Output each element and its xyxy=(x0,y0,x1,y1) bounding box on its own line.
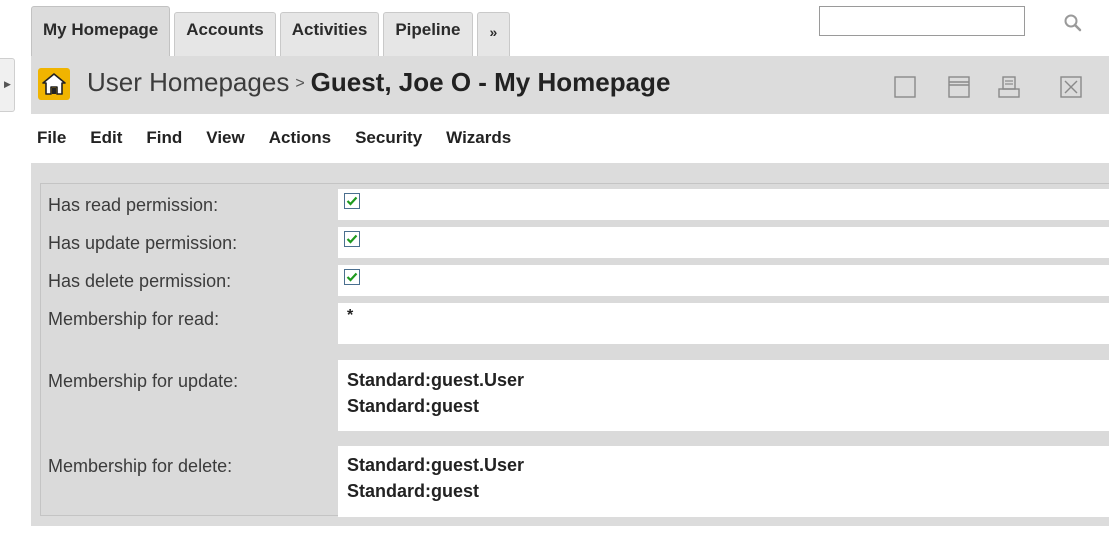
membership-delete-label: Membership for delete: xyxy=(48,456,233,476)
page-title: User Homepages > Guest, Joe O - My Homepag… xyxy=(87,67,670,98)
delete-permission-field xyxy=(338,265,1109,296)
title-bar: User Homepages > Guest, Joe O - My Homepag… xyxy=(31,56,1109,114)
menu-security[interactable]: Security xyxy=(355,128,422,156)
menu-file[interactable]: File xyxy=(37,128,66,156)
breadcrumb-separator: > xyxy=(295,75,305,92)
read-permission-field xyxy=(338,189,1109,220)
tab-my-homepage[interactable]: My Homepage xyxy=(31,6,171,56)
home-icon[interactable] xyxy=(38,68,70,100)
checkmark-icon xyxy=(346,272,358,282)
maximize-window-icon[interactable] xyxy=(947,75,971,99)
expand-arrow-icon: ▶ xyxy=(4,79,11,89)
menu-find[interactable]: Find xyxy=(146,128,182,156)
tab-accounts[interactable]: Accounts xyxy=(174,12,276,56)
close-icon[interactable] xyxy=(1059,75,1083,99)
membership-update-field[interactable]: Standard:guest.User Standard:guest xyxy=(338,360,1109,431)
sidebar-toggle[interactable]: ▶ xyxy=(0,58,15,112)
membership-update-value: Standard:guest.User xyxy=(347,370,525,390)
menu-wizards[interactable]: Wizards xyxy=(446,128,511,156)
delete-permission-checkbox[interactable] xyxy=(344,269,360,285)
read-permission-checkbox[interactable] xyxy=(344,193,360,209)
tab-pipeline[interactable]: Pipeline xyxy=(383,12,473,56)
restore-window-icon[interactable] xyxy=(893,75,917,99)
update-permission-checkbox[interactable] xyxy=(344,231,360,247)
tab-activities[interactable]: Activities xyxy=(279,12,380,56)
menu-view[interactable]: View xyxy=(206,128,244,156)
print-icon[interactable] xyxy=(997,75,1021,99)
update-permission-field xyxy=(338,227,1109,258)
membership-update-value: Standard:guest xyxy=(347,396,480,416)
more-tabs-button[interactable]: » xyxy=(476,12,511,56)
membership-read-value: * xyxy=(347,307,354,324)
read-permission-label: Has read permission: xyxy=(48,195,219,215)
menu-edit[interactable]: Edit xyxy=(90,128,122,156)
update-permission-label: Has update permission: xyxy=(48,233,238,253)
delete-permission-label: Has delete permission: xyxy=(48,271,232,291)
membership-delete-value: Standard:guest.User xyxy=(347,455,525,475)
permissions-form: Has read permission: Has update permissi… xyxy=(40,183,1109,517)
breadcrumb-current: Guest, Joe O - My Homepage xyxy=(310,67,671,97)
membership-read-field[interactable]: * xyxy=(338,303,1109,344)
menu-actions[interactable]: Actions xyxy=(269,128,331,156)
breadcrumb-user-homepages[interactable]: User Homepages xyxy=(87,67,289,97)
search-icon[interactable] xyxy=(1062,12,1084,34)
membership-delete-field[interactable]: Standard:guest.User Standard:guest xyxy=(338,446,1109,517)
checkmark-icon xyxy=(346,196,358,206)
membership-update-label: Membership for update: xyxy=(48,371,239,391)
checkmark-icon xyxy=(346,234,358,244)
tab-bar: My Homepage Accounts Activities Pipeline… xyxy=(31,6,514,56)
menu-bar: File Edit Find View Actions Security Wiz… xyxy=(37,128,535,156)
search-input[interactable] xyxy=(819,6,1025,36)
security-panel: Has read permission: Has update permissi… xyxy=(31,163,1109,526)
membership-read-label: Membership for read: xyxy=(48,309,220,329)
membership-delete-value: Standard:guest xyxy=(347,481,480,501)
